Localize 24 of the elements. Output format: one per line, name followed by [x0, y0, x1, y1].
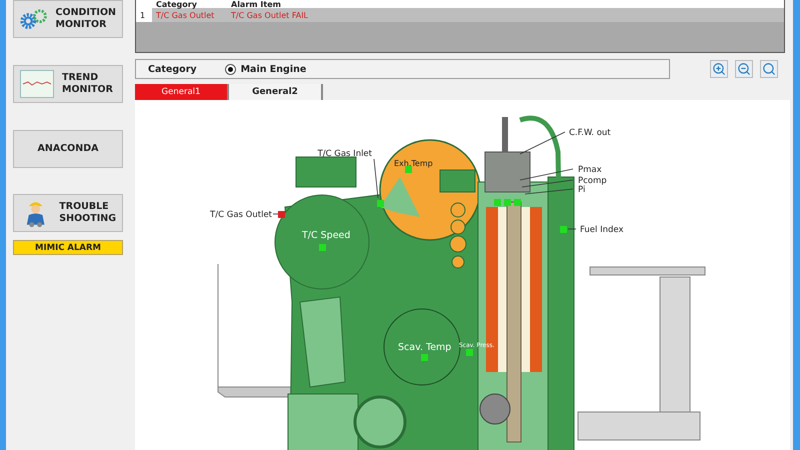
sensor-label: Exh.Temp	[394, 159, 433, 168]
column-header: Alarm Item	[230, 0, 282, 8]
nav-button[interactable]: CONDITION MONITOR	[13, 0, 123, 38]
sensor-label: C.F.W. out	[569, 128, 611, 138]
sensor-label: Pmax	[578, 165, 602, 175]
tab[interactable]: General2	[229, 84, 323, 100]
sensor-label: T/C Speed	[302, 230, 350, 241]
radio-option[interactable]: Main Engine	[224, 64, 306, 74]
table-cell-text: T/C Gas Outlet	[155, 10, 216, 20]
mimic-alarm-badge: MIMIC ALARM	[13, 240, 123, 255]
category-label: Category	[148, 64, 197, 74]
sensor-label: Pcomp	[578, 176, 607, 186]
column-header: Category	[155, 0, 198, 8]
tab[interactable]: General1	[135, 84, 229, 100]
sensor-label: Scav. Temp	[398, 342, 452, 353]
sensor-label: Fuel Index	[580, 225, 624, 235]
nav-button[interactable]: ANACONDA	[13, 130, 123, 168]
nav-button[interactable]: TREND MONITOR	[13, 65, 123, 103]
row-number: 1	[136, 8, 152, 22]
sensor-label: T/C Gas Inlet	[318, 149, 372, 159]
nav-button[interactable]: TROUBLE SHOOTING	[13, 194, 123, 232]
sensor-label: T/C Gas Outlet	[210, 210, 272, 220]
table-cell-text: T/C Gas Outlet FAIL	[230, 10, 310, 20]
sensor-label: Pi	[578, 185, 586, 195]
